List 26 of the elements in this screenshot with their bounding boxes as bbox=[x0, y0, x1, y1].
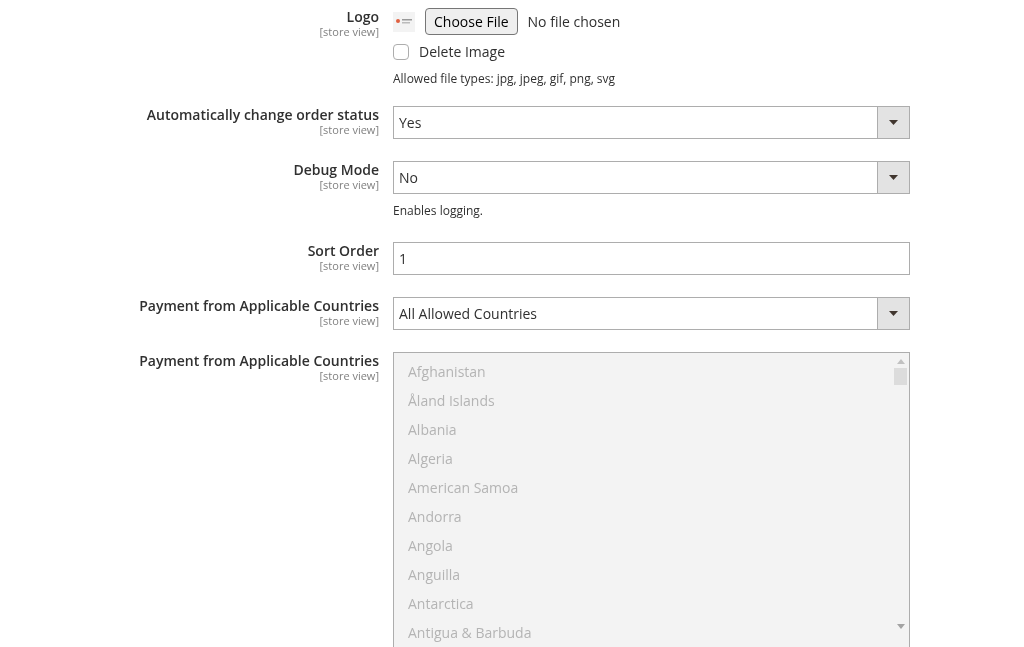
select-field[interactable]: Yes bbox=[393, 106, 910, 139]
sort-order-input[interactable]: 1 bbox=[393, 242, 910, 275]
scope-label: [store view] bbox=[319, 369, 379, 383]
caret-icon bbox=[889, 175, 898, 180]
scope-label: [store view] bbox=[319, 259, 379, 273]
select-field[interactable]: No bbox=[393, 161, 910, 194]
file-status: No file chosen bbox=[527, 11, 621, 32]
field-label: Debug Mode bbox=[293, 162, 379, 178]
field-label: Payment from Applicable Countries bbox=[139, 353, 379, 369]
field-label: Logo bbox=[346, 9, 379, 25]
delete-image-checkbox[interactable] bbox=[393, 43, 409, 60]
select-field[interactable]: All Allowed Countries bbox=[393, 297, 910, 330]
field-note: Enables logging. bbox=[393, 202, 484, 220]
field-label: Automatically change order status bbox=[146, 107, 379, 123]
scope-label: [store view] bbox=[319, 25, 379, 39]
field-note: Allowed file types: jpg, jpeg, gif, png, svg bbox=[393, 70, 617, 88]
checkbox-label: Delete Image bbox=[419, 41, 506, 62]
scope-label: [store view] bbox=[319, 123, 379, 137]
scope-label: [store view] bbox=[319, 178, 379, 192]
logo-thumbnail-icon bbox=[393, 11, 415, 32]
caret-icon bbox=[889, 120, 898, 125]
choose-file-button[interactable]: Choose File bbox=[425, 8, 518, 35]
field-label: Payment from Applicable Countries bbox=[139, 298, 379, 314]
field-label: Sort Order bbox=[307, 243, 379, 259]
caret-icon bbox=[889, 311, 898, 316]
scope-label: [store view] bbox=[319, 314, 379, 328]
